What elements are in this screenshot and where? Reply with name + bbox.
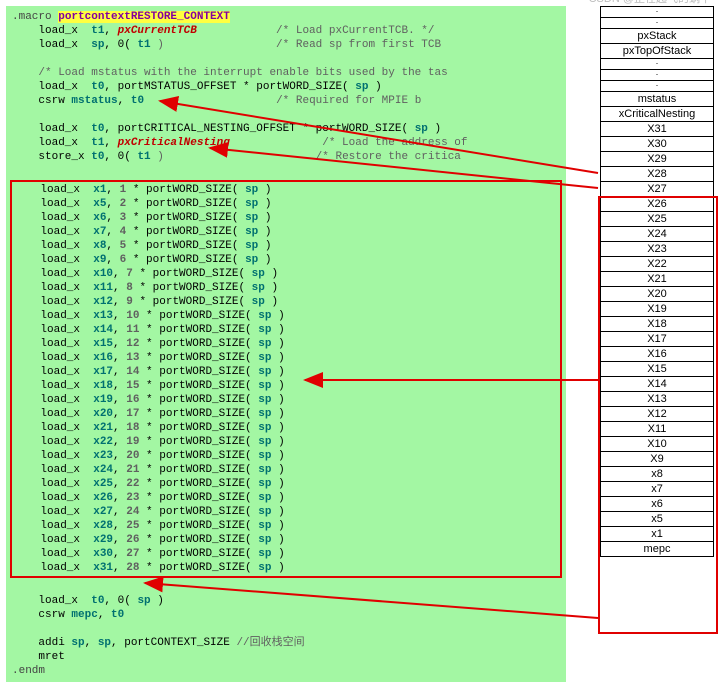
load-line-x30: load_x x30, 27 * portWORD_SIZE( sp ) [14,547,558,561]
load-line-x23: load_x x23, 20 * portWORD_SIZE( sp ) [14,449,558,463]
stack-cell: X26 [601,197,713,212]
watermark: CSDN @正在起飞的蜗牛 [589,0,711,6]
stack-cell: X9 [601,452,713,467]
stack-cell: X30 [601,137,713,152]
load-line-x24: load_x x24, 21 * portWORD_SIZE( sp ) [14,463,558,477]
load-line-x6: load_x x6, 3 * portWORD_SIZE( sp ) [14,211,558,225]
load-line-x31: load_x x31, 28 * portWORD_SIZE( sp ) [14,561,558,575]
stack-cell: xCriticalNesting [601,107,713,122]
load-line-x26: load_x x26, 23 * portWORD_SIZE( sp ) [14,491,558,505]
load-line-x8: load_x x8, 5 * portWORD_SIZE( sp ) [14,239,558,253]
load-line-x22: load_x x22, 19 * portWORD_SIZE( sp ) [14,435,558,449]
stack-cell: X21 [601,272,713,287]
stack-cell: pxStack [601,29,713,44]
stack-cell: X11 [601,422,713,437]
load-line-x28: load_x x28, 25 * portWORD_SIZE( sp ) [14,519,558,533]
load-line-x20: load_x x20, 17 * portWORD_SIZE( sp ) [14,407,558,421]
stack-cell: X25 [601,212,713,227]
load-line-x7: load_x x7, 4 * portWORD_SIZE( sp ) [14,225,558,239]
stack-cell: X29 [601,152,713,167]
load-line-x25: load_x x25, 22 * portWORD_SIZE( sp ) [14,477,558,491]
load-line-x21: load_x x21, 18 * portWORD_SIZE( sp ) [14,421,558,435]
load-line-x9: load_x x9, 6 * portWORD_SIZE( sp ) [14,253,558,267]
stack-cell: X14 [601,377,713,392]
stack-cell: x1 [601,527,713,542]
load-line-x13: load_x x13, 10 * portWORD_SIZE( sp ) [14,309,558,323]
stack-cell: X13 [601,392,713,407]
stack-cell: mepc [601,542,713,556]
load-line-x18: load_x x18, 15 * portWORD_SIZE( sp ) [14,379,558,393]
stack-cell: X18 [601,317,713,332]
stack-cell: X31 [601,122,713,137]
stack-cell: X19 [601,302,713,317]
stack-cell: x8 [601,467,713,482]
load-line-x5: load_x x5, 2 * portWORD_SIZE( sp ) [14,197,558,211]
stack-table: ..pxStackpxTopOfStack...mstatusxCritical… [600,6,714,557]
stack-cell: X20 [601,287,713,302]
load-line-x14: load_x x14, 11 * portWORD_SIZE( sp ) [14,323,558,337]
load-line-x29: load_x x29, 26 * portWORD_SIZE( sp ) [14,533,558,547]
load-line-x10: load_x x10, 7 * portWORD_SIZE( sp ) [14,267,558,281]
load-line-x1: load_x x1, 1 * portWORD_SIZE( sp ) [14,183,558,197]
stack-cell: . [601,18,713,29]
load-line-x16: load_x x16, 13 * portWORD_SIZE( sp ) [14,351,558,365]
stack-cell: mstatus [601,92,713,107]
load-line-x11: load_x x11, 8 * portWORD_SIZE( sp ) [14,281,558,295]
stack-cell: x7 [601,482,713,497]
stack-cell: x5 [601,512,713,527]
stack-cell: X16 [601,347,713,362]
stack-cell: X24 [601,227,713,242]
stack-cell: X10 [601,437,713,452]
stack-cell: x6 [601,497,713,512]
load-line-x15: load_x x15, 12 * portWORD_SIZE( sp ) [14,337,558,351]
stack-cell: X22 [601,257,713,272]
stack-cell: X23 [601,242,713,257]
code-pane: .macro portcontextRESTORE_CONTEXT load_x… [6,6,566,682]
load-line-x19: load_x x19, 16 * portWORD_SIZE( sp ) [14,393,558,407]
stack-cell: X27 [601,182,713,197]
macro-name: portcontextRESTORE_CONTEXT [58,11,230,23]
stack-cell: X12 [601,407,713,422]
load-line-x17: load_x x17, 14 * portWORD_SIZE( sp ) [14,365,558,379]
stack-cell: X15 [601,362,713,377]
load-line-x12: load_x x12, 9 * portWORD_SIZE( sp ) [14,295,558,309]
stack-cell: X28 [601,167,713,182]
stack-cell: . [601,81,713,92]
stack-cell: X17 [601,332,713,347]
registers-box: load_x x1, 1 * portWORD_SIZE( sp ) load_… [10,180,562,578]
load-line-x27: load_x x27, 24 * portWORD_SIZE( sp ) [14,505,558,519]
